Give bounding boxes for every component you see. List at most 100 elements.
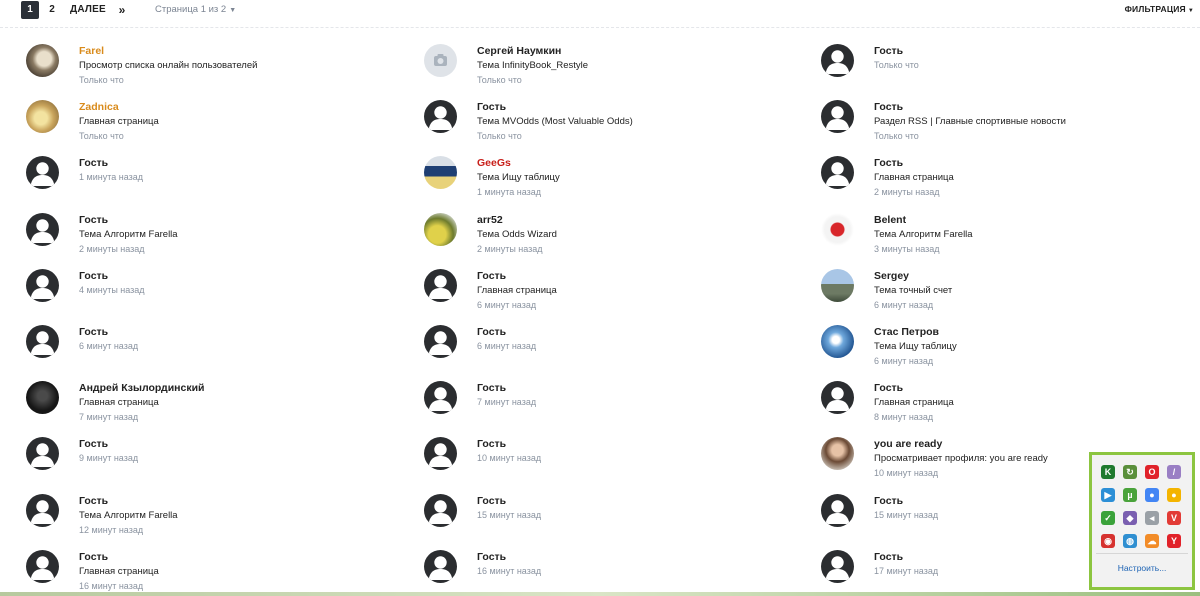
avatar[interactable]: [821, 549, 854, 583]
user-name-link[interactable]: Гость: [874, 100, 1200, 114]
user-name-link[interactable]: Sergey: [874, 269, 1200, 283]
user-location[interactable]: Тема Алгоритм Farella: [874, 227, 1200, 242]
user-column: Сергей Наумкин Тема InfinityBook_Restyle Т…: [424, 42, 814, 596]
shield-check-icon[interactable]: ✓: [1101, 511, 1115, 525]
avatar[interactable]: [424, 549, 457, 583]
user-name-link[interactable]: Zadnica: [79, 100, 409, 114]
avatar[interactable]: [26, 156, 59, 190]
last-page-button[interactable]: »: [115, 1, 129, 19]
user-location[interactable]: Раздел RSS | Главные спортивные новости: [874, 114, 1200, 129]
user-name-link[interactable]: Гость: [79, 437, 409, 451]
user-location[interactable]: Тема Ищу таблицу: [477, 170, 807, 185]
avatar[interactable]: [424, 324, 457, 358]
utorrent-icon[interactable]: µ: [1123, 488, 1137, 502]
user-location[interactable]: Тема Алгоритм Farella: [79, 508, 409, 523]
user-name-link[interactable]: Андрей Кзылординский: [79, 381, 409, 395]
avatar[interactable]: [821, 156, 854, 190]
chrome-icon[interactable]: ●: [1145, 488, 1159, 502]
vivaldi-icon[interactable]: V: [1167, 511, 1181, 525]
avatar[interactable]: [26, 381, 59, 415]
user-name-link[interactable]: Гость: [477, 494, 807, 508]
avatar[interactable]: [26, 493, 59, 527]
avatar[interactable]: [821, 212, 854, 246]
user-location[interactable]: Главная страница: [79, 395, 409, 410]
avatar[interactable]: [26, 324, 59, 358]
user-location[interactable]: Главная страница: [477, 283, 807, 298]
user-location[interactable]: Главная страница: [874, 170, 1200, 185]
yandex-icon[interactable]: Y: [1167, 534, 1181, 548]
user-name-link[interactable]: Сергей Наумкин: [477, 44, 807, 58]
user-name-link[interactable]: Гость: [874, 44, 1200, 58]
user-name-link[interactable]: you are ready: [874, 437, 1200, 451]
opera-icon[interactable]: O: [1145, 465, 1159, 479]
avatar[interactable]: [821, 437, 854, 471]
user-location[interactable]: Главная страница: [874, 395, 1200, 410]
next-page-button[interactable]: ДАЛЕЕ: [70, 1, 106, 19]
avatar[interactable]: [424, 100, 457, 134]
tray-customize-link[interactable]: Настроить...: [1092, 563, 1192, 573]
avatar[interactable]: [424, 437, 457, 471]
user-name-link[interactable]: Гость: [477, 550, 807, 564]
user-location[interactable]: Тема MVOdds (Most Valuable Odds): [477, 114, 807, 129]
user-name-link[interactable]: Гость: [874, 156, 1200, 170]
user-location[interactable]: Главная страница: [79, 564, 409, 579]
speaker-icon[interactable]: ◂: [1145, 511, 1159, 525]
user-name-link[interactable]: Гость: [874, 381, 1200, 395]
avatar[interactable]: [821, 493, 854, 527]
user-location[interactable]: Просмотр списка онлайн пользователей: [79, 58, 409, 73]
user-location[interactable]: Тема Алгоритм Farella: [79, 227, 409, 242]
user-location[interactable]: Тема InfinityBook_Restyle: [477, 58, 807, 73]
user-name-link[interactable]: Гость: [79, 325, 409, 339]
user-name-link[interactable]: Гость: [477, 437, 807, 451]
user-name-link[interactable]: Гость: [79, 213, 409, 227]
user-location[interactable]: Главная страница: [79, 114, 409, 129]
user-location[interactable]: Тема Ищу таблицу: [874, 339, 1200, 354]
play-icon[interactable]: ▶: [1101, 488, 1115, 502]
page-1-button[interactable]: 1: [21, 1, 39, 19]
camera-icon[interactable]: ◉: [1101, 534, 1115, 548]
avatar[interactable]: [424, 381, 457, 415]
user-name-link[interactable]: arr52: [477, 213, 807, 227]
user-name-link[interactable]: Гость: [79, 494, 409, 508]
avatar[interactable]: [821, 381, 854, 415]
user-name-link[interactable]: GeeGs: [477, 156, 807, 170]
user-name-link[interactable]: Гость: [477, 100, 807, 114]
user-location[interactable]: Тема Odds Wizard: [477, 227, 807, 242]
avatar[interactable]: [26, 549, 59, 583]
avatar[interactable]: [26, 212, 59, 246]
user-name-link[interactable]: Гость: [79, 269, 409, 283]
cloud-icon[interactable]: ☁: [1145, 534, 1159, 548]
avatar[interactable]: [424, 268, 457, 302]
user-info: GeeGs Тема Ищу таблицу 1 минута назад: [477, 156, 807, 199]
avatar[interactable]: [821, 44, 854, 77]
user-name-link[interactable]: Farel: [79, 44, 409, 58]
avatar[interactable]: [821, 268, 854, 302]
avatar[interactable]: [26, 268, 59, 302]
user-name-link[interactable]: Belent: [874, 213, 1200, 227]
page-jump-dropdown[interactable]: Страница 1 из 2 ▼: [155, 4, 236, 15]
pen-icon[interactable]: /: [1167, 465, 1181, 479]
user-name-link[interactable]: Гость: [79, 550, 409, 564]
avatar[interactable]: [26, 437, 59, 471]
avatar[interactable]: [821, 324, 854, 358]
user-name-link[interactable]: Стас Петров: [874, 325, 1200, 339]
avatar[interactable]: [821, 100, 854, 134]
avatar[interactable]: [424, 44, 457, 77]
avatar[interactable]: [26, 44, 59, 77]
kaspersky-icon[interactable]: K: [1101, 465, 1115, 479]
avatar[interactable]: [424, 212, 457, 246]
avatar[interactable]: [424, 156, 457, 190]
user-location[interactable]: Тема точный счет: [874, 283, 1200, 298]
network-icon[interactable]: ◆: [1123, 511, 1137, 525]
user-name-link[interactable]: Гость: [477, 269, 807, 283]
avatar[interactable]: [26, 100, 59, 134]
sync-icon[interactable]: ↻: [1123, 465, 1137, 479]
filter-dropdown[interactable]: ФИЛЬТРАЦИЯ ▼: [1125, 4, 1194, 14]
avatar[interactable]: [424, 493, 457, 527]
user-name-link[interactable]: Гость: [79, 156, 409, 170]
chrome-icon-2[interactable]: ●: [1167, 488, 1181, 502]
user-name-link[interactable]: Гость: [477, 325, 807, 339]
user-name-link[interactable]: Гость: [477, 381, 807, 395]
page-2-button[interactable]: 2: [45, 1, 59, 19]
globe-icon[interactable]: ◍: [1123, 534, 1137, 548]
